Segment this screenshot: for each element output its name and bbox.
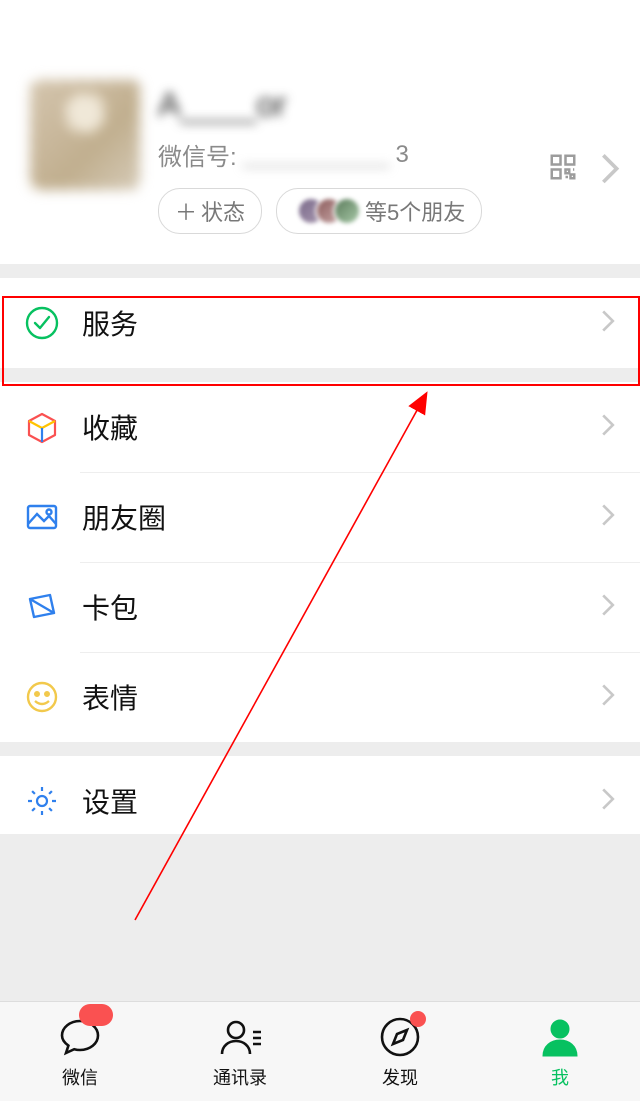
menu-group-middle: 收藏 朋友圈 卡包 表情 [0, 382, 640, 742]
service-icon [24, 305, 60, 341]
menu-item-stickers[interactable]: 表情 [0, 652, 640, 742]
friend-avatar-3 [333, 197, 361, 225]
tab-bar: 微信 通讯录 发现 我 [0, 1001, 640, 1101]
wechat-id-value: ___________ [243, 141, 390, 169]
add-status-button[interactable]: ＋ 状态 [158, 188, 262, 234]
chevron-right-icon [600, 309, 616, 338]
menu-label-cards: 卡包 [82, 587, 578, 627]
stickers-icon [24, 679, 60, 715]
chevron-right-icon [600, 413, 616, 442]
display-name: A____or [158, 86, 530, 125]
menu-item-settings[interactable]: 设置 [0, 756, 640, 846]
tab-contacts[interactable]: 通讯录 [160, 1002, 320, 1101]
empty-area [0, 834, 640, 1001]
menu-label-settings: 设置 [82, 781, 578, 821]
chevron-right-icon [600, 593, 616, 622]
tab-label-me: 我 [551, 1064, 569, 1090]
tab-discover[interactable]: 发现 [320, 1002, 480, 1101]
chevron-right-icon [600, 503, 616, 532]
menu-item-favorites[interactable]: 收藏 [0, 382, 640, 472]
friend-avatars [297, 197, 361, 225]
profile-info: A____or 微信号: ___________ 3 ＋ 状态 等5个朋友 [158, 80, 530, 234]
tab-label-chats: 微信 [62, 1064, 98, 1090]
avatar[interactable] [30, 80, 140, 190]
menu-label-service: 服务 [82, 303, 578, 343]
wechat-id-row: 微信号: ___________ 3 [158, 137, 530, 172]
moments-icon [24, 499, 60, 535]
wechat-id-tail: 3 [396, 141, 409, 169]
menu-item-cards[interactable]: 卡包 [0, 562, 640, 652]
status-label: 状态 [201, 195, 245, 227]
menu-label-stickers: 表情 [82, 677, 578, 717]
chats-icon [57, 1014, 103, 1060]
chats-unread-badge [79, 1004, 113, 1026]
tab-me[interactable]: 我 [480, 1002, 640, 1101]
tab-label-contacts: 通讯录 [213, 1064, 267, 1090]
menu-group-settings: 设置 [0, 756, 640, 846]
cards-icon [24, 589, 60, 625]
status-row: ＋ 状态 等5个朋友 [158, 188, 530, 234]
menu-item-moments[interactable]: 朋友圈 [0, 472, 640, 562]
contacts-icon [217, 1014, 263, 1060]
chevron-right-icon [600, 152, 620, 182]
me-icon [537, 1014, 583, 1060]
profile-section[interactable]: A____or 微信号: ___________ 3 ＋ 状态 等5个朋友 [0, 0, 640, 264]
menu-label-moments: 朋友圈 [82, 497, 578, 537]
friends-hint-label: 等5个朋友 [365, 195, 465, 227]
wechat-id-label: 微信号: [158, 137, 237, 172]
chevron-right-icon [600, 787, 616, 816]
menu-group-service: 服务 [0, 278, 640, 368]
menu-label-favorites: 收藏 [82, 407, 578, 447]
plus-icon: ＋ [175, 195, 197, 227]
favorites-icon [24, 409, 60, 445]
chevron-right-icon [600, 683, 616, 712]
settings-icon [24, 783, 60, 819]
discover-icon [377, 1014, 423, 1060]
menu-item-service[interactable]: 服务 [0, 278, 640, 368]
tab-label-discover: 发现 [382, 1064, 418, 1090]
profile-right [548, 152, 620, 182]
tab-chats[interactable]: 微信 [0, 1002, 160, 1101]
friends-status-button[interactable]: 等5个朋友 [276, 188, 482, 234]
qr-code-icon[interactable] [548, 152, 578, 182]
discover-red-dot [410, 1011, 426, 1027]
